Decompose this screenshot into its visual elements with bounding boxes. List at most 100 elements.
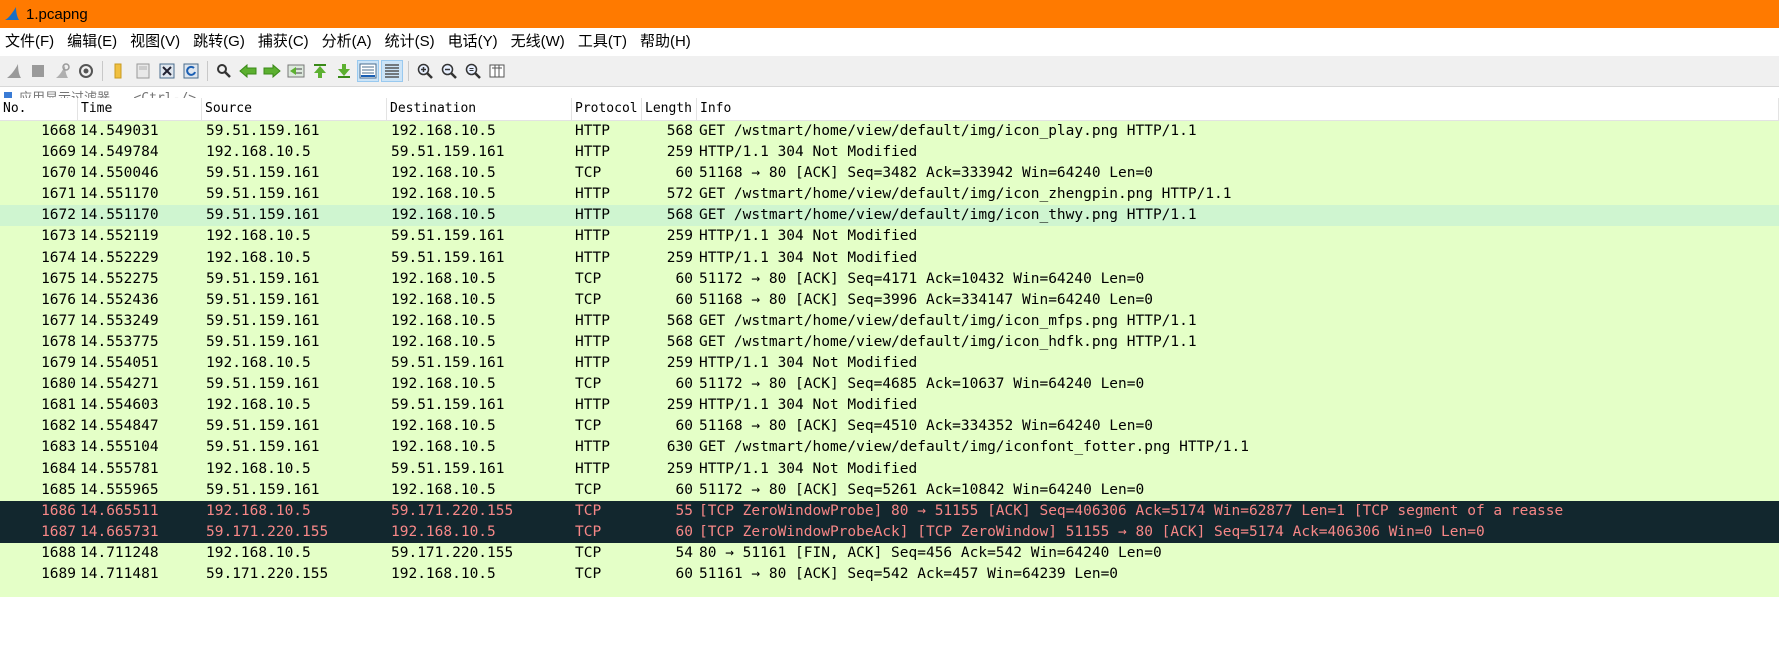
- cell-length: 568: [666, 123, 693, 139]
- menu-help[interactable]: 帮助(H): [635, 28, 699, 56]
- packet-row[interactable]: 1684 14.555781 192.168.10.5 59.51.159.16…: [0, 458, 1779, 480]
- capture-options-icon[interactable]: [75, 60, 97, 82]
- packet-row[interactable]: 1675 14.552275 59.51.159.161 192.168.10.…: [0, 268, 1779, 290]
- packet-row[interactable]: 1669 14.549784 192.168.10.5 59.51.159.16…: [0, 142, 1779, 164]
- cell-no: 1668: [41, 123, 76, 139]
- autoscroll-icon[interactable]: [357, 60, 379, 82]
- menu-statistics[interactable]: 统计(S): [380, 28, 443, 56]
- reload-icon[interactable]: [180, 60, 202, 82]
- cell-source: 59.51.159.161: [206, 312, 320, 329]
- last-packet-icon[interactable]: [333, 60, 355, 82]
- packet-row[interactable]: 1676 14.552436 59.51.159.161 192.168.10.…: [0, 289, 1779, 311]
- cell-destination: 59.51.159.161: [391, 355, 505, 372]
- cell-info: 51172 → 80 [ACK] Seq=5261 Ack=10842 Win=…: [699, 481, 1145, 498]
- open-folder-icon[interactable]: [108, 60, 130, 82]
- cell-length: 259: [666, 249, 693, 266]
- packet-row-tcp-problem[interactable]: 1686 14.665511 192.168.10.5 59.171.220.1…: [0, 500, 1779, 522]
- zoom-reset-icon[interactable]: [462, 60, 484, 82]
- cell-time: 14.549784: [80, 144, 159, 161]
- stop-icon[interactable]: [27, 60, 49, 82]
- cell-info: HTTP/1.1 304 Not Modified: [699, 397, 918, 414]
- packet-row[interactable]: 1673 14.552119 192.168.10.5 59.51.159.16…: [0, 226, 1779, 248]
- go-to-packet-icon[interactable]: [285, 60, 307, 82]
- cell-protocol: HTTP: [575, 144, 610, 161]
- column-header-info[interactable]: Info: [697, 98, 1779, 120]
- find-icon[interactable]: [213, 60, 235, 82]
- packet-row[interactable]: 1682 14.554847 59.51.159.161 192.168.10.…: [0, 416, 1779, 438]
- packet-row[interactable]: 1674 14.552229 192.168.10.5 59.51.159.16…: [0, 247, 1779, 269]
- close-file-icon[interactable]: [156, 60, 178, 82]
- column-header-length[interactable]: Length: [642, 98, 697, 120]
- title-bar: 1.pcapng: [0, 0, 1779, 28]
- cell-no: 1669: [41, 144, 76, 161]
- menu-tools[interactable]: 工具(T): [573, 28, 635, 56]
- cell-no: 1689: [41, 565, 76, 582]
- forward-arrow-icon[interactable]: [261, 60, 283, 82]
- zoom-out-icon[interactable]: [438, 60, 460, 82]
- column-header-destination[interactable]: Destination: [387, 98, 572, 120]
- toolbar-separator: [408, 61, 409, 81]
- packet-row[interactable]: 1680 14.554271 59.51.159.161 192.168.10.…: [0, 374, 1779, 396]
- cell-protocol: HTTP: [575, 460, 610, 477]
- colorize-icon[interactable]: [381, 60, 403, 82]
- packet-row[interactable]: 1683 14.555104 59.51.159.161 192.168.10.…: [0, 437, 1779, 459]
- menu-edit[interactable]: 编辑(E): [62, 28, 125, 56]
- save-icon[interactable]: [132, 60, 154, 82]
- menu-go[interactable]: 跳转(G): [188, 28, 253, 56]
- packet-row[interactable]: 1688 14.711248 192.168.10.5 59.171.220.1…: [0, 542, 1779, 564]
- column-header-no[interactable]: No.: [0, 98, 78, 120]
- packet-row-tcp-problem[interactable]: 1687 14.665731 59.171.220.155 192.168.10…: [0, 521, 1779, 543]
- packet-row-partial[interactable]: [0, 585, 1779, 598]
- cell-no: 1681: [41, 397, 76, 414]
- cell-no: 1675: [41, 270, 76, 287]
- packet-row[interactable]: 1678 14.553775 59.51.159.161 192.168.10.…: [0, 331, 1779, 354]
- menu-view[interactable]: 视图(V): [125, 28, 188, 56]
- menu-capture[interactable]: 捕获(C): [253, 28, 317, 56]
- packet-row[interactable]: 1670 14.550046 59.51.159.161 192.168.10.…: [0, 163, 1779, 185]
- cell-protocol: HTTP: [575, 439, 610, 456]
- resize-columns-icon[interactable]: [486, 60, 508, 82]
- shark-fin-icon: [5, 7, 19, 20]
- first-packet-icon[interactable]: [309, 60, 331, 82]
- restart-icon[interactable]: [51, 60, 73, 82]
- cell-source: 59.51.159.161: [206, 376, 320, 393]
- packet-row[interactable]: 1681 14.554603 192.168.10.5 59.51.159.16…: [0, 395, 1779, 417]
- cell-info: 51172 → 80 [ACK] Seq=4171 Ack=10432 Win=…: [699, 270, 1145, 287]
- cell-destination: 59.171.220.155: [391, 544, 514, 561]
- menu-analyze[interactable]: 分析(A): [317, 28, 380, 56]
- cell-source: 59.51.159.161: [206, 165, 320, 182]
- cell-protocol: TCP: [575, 565, 602, 582]
- packet-row[interactable]: 1671 14.551170 59.51.159.161 192.168.10.…: [0, 184, 1779, 206]
- column-header-time[interactable]: Time: [78, 98, 202, 120]
- menu-wireless[interactable]: 无线(W): [506, 28, 573, 56]
- cell-time: 14.554603: [80, 397, 159, 414]
- packet-row[interactable]: 1668 14.549031 59.51.159.161 192.168.10.…: [0, 121, 1779, 143]
- cell-destination: 192.168.10.5: [391, 565, 496, 582]
- column-header-source[interactable]: Source: [202, 98, 387, 120]
- cell-length: 259: [666, 228, 693, 245]
- back-arrow-icon[interactable]: [237, 60, 259, 82]
- packet-row[interactable]: 1677 14.553249 59.51.159.161 192.168.10.…: [0, 310, 1779, 332]
- cell-time: 14.550046: [80, 165, 159, 182]
- cell-protocol: TCP: [575, 418, 602, 435]
- cell-source: 59.51.159.161: [206, 186, 320, 203]
- packet-row[interactable]: 1689 14.711481 59.171.220.155 192.168.10…: [0, 563, 1779, 586]
- cell-protocol: HTTP: [575, 355, 610, 372]
- packet-row[interactable]: 1679 14.554051 192.168.10.5 59.51.159.16…: [0, 353, 1779, 375]
- packet-row-selected[interactable]: 1672 14.551170 59.51.159.161 192.168.10.…: [0, 205, 1779, 227]
- zoom-in-icon[interactable]: [414, 60, 436, 82]
- cell-destination: 192.168.10.5: [391, 270, 496, 287]
- menu-file[interactable]: 文件(F): [0, 28, 62, 56]
- cell-destination: 192.168.10.5: [391, 123, 496, 139]
- shark-fin-start-icon[interactable]: [3, 60, 25, 82]
- cell-length: 60: [675, 376, 693, 393]
- column-header-protocol[interactable]: Protocol: [572, 98, 642, 120]
- cell-destination: 59.51.159.161: [391, 460, 505, 477]
- cell-length: 630: [666, 439, 693, 456]
- cell-source: 59.171.220.155: [206, 565, 329, 582]
- cell-source: 59.51.159.161: [206, 333, 320, 350]
- menu-telephony[interactable]: 电话(Y): [443, 28, 506, 56]
- packet-row[interactable]: 1685 14.555965 59.51.159.161 192.168.10.…: [0, 479, 1779, 501]
- cell-time: 14.665511: [80, 502, 159, 519]
- cell-no: 1677: [41, 312, 76, 329]
